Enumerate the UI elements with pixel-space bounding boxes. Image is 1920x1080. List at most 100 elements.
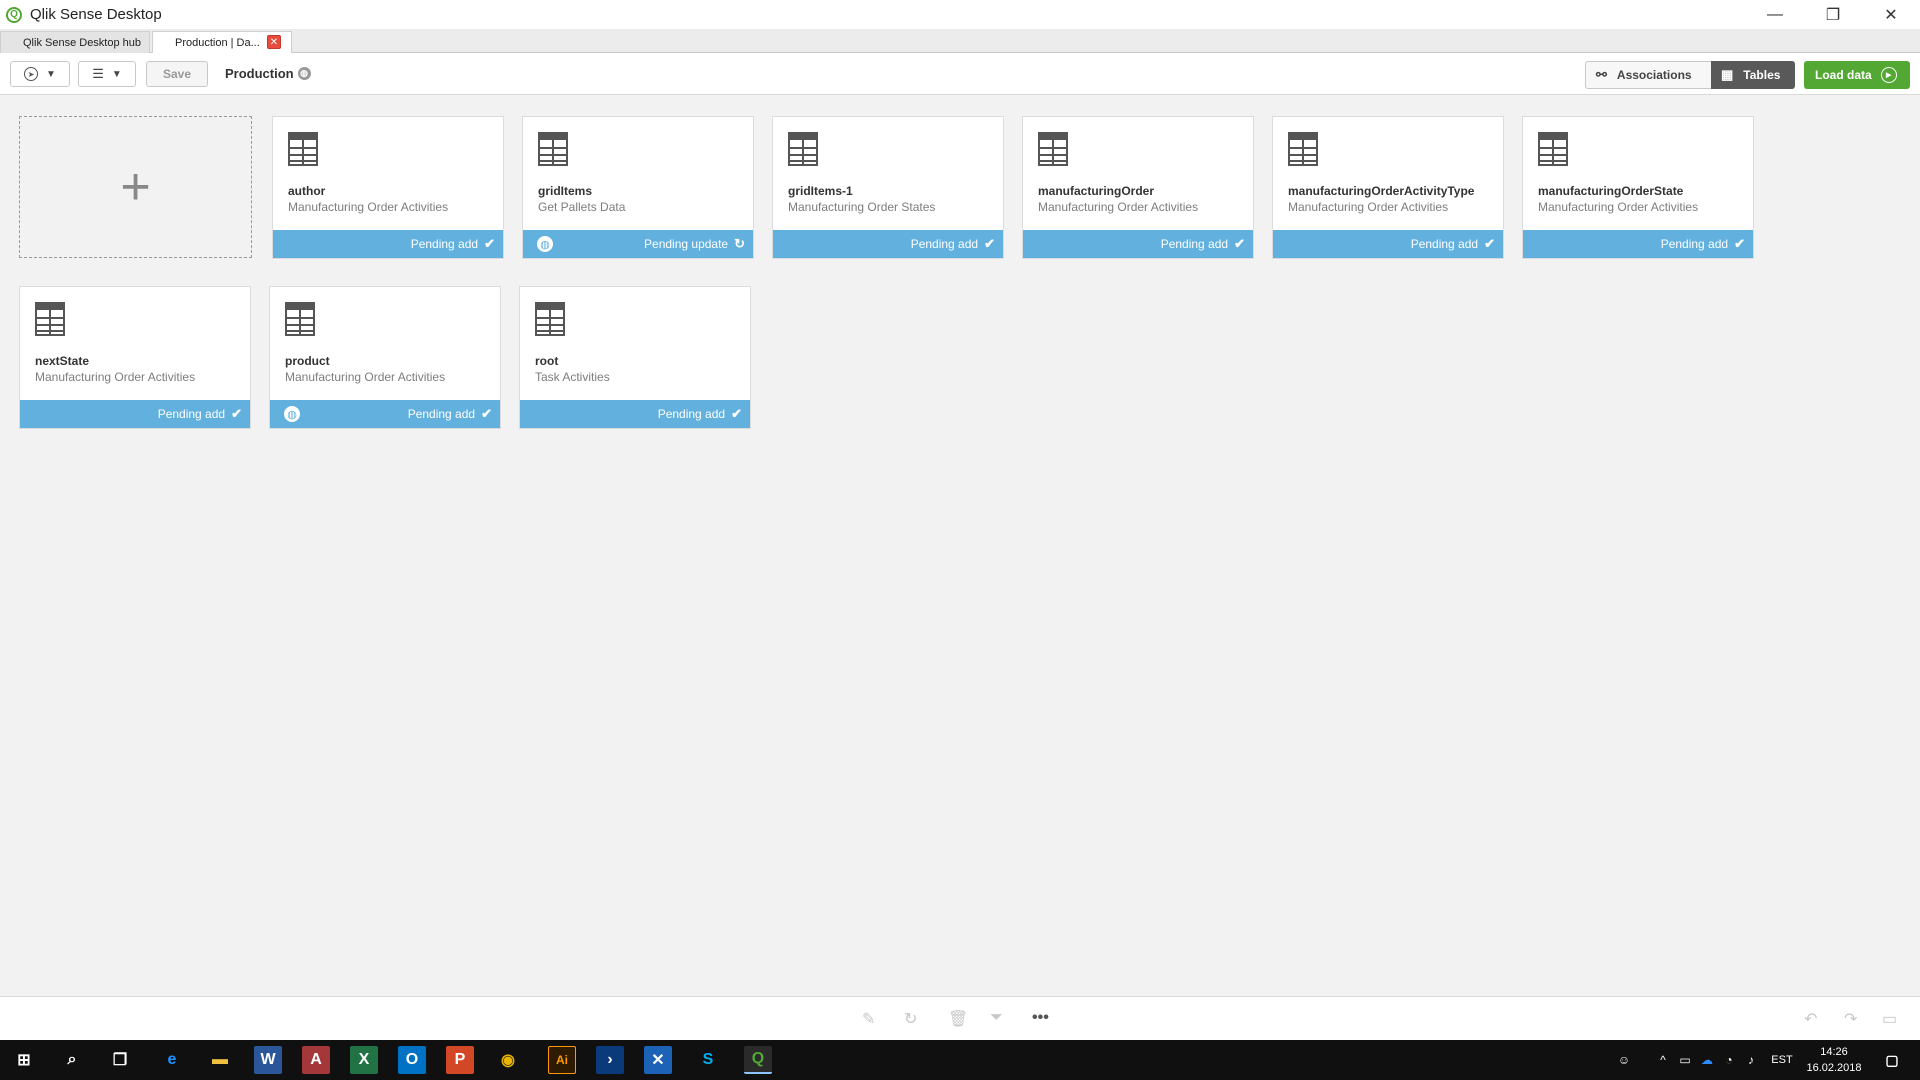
compass-icon: ➤	[24, 67, 39, 81]
table-card[interactable]: author Manufacturing Order Activities Pend…	[272, 116, 504, 259]
check-icon: ✔	[484, 236, 495, 251]
bottom-bar: ✎ ↻ 🗑 ⏷ ••• ↶ ↷ ▭	[0, 996, 1920, 1040]
chevron-up-icon[interactable]: ^	[1652, 1053, 1674, 1067]
table-icon	[788, 132, 818, 166]
status-label: Pending add	[910, 237, 979, 251]
tables-label: Tables	[1743, 68, 1781, 82]
skype-icon[interactable]: S	[694, 1046, 722, 1074]
battery-icon[interactable]: ▭	[1674, 1053, 1696, 1067]
status-bar: ◍ Pending update ↻	[523, 230, 753, 258]
refresh-icon[interactable]: ↻	[904, 1009, 917, 1029]
add-data-tile[interactable]: +	[19, 116, 252, 258]
app-name-label: Production	[225, 66, 294, 81]
windows-start-icon[interactable]: ⊞	[10, 1046, 38, 1074]
table-card[interactable]: gridItems-1 Manufacturing Order States Pen…	[772, 116, 1004, 259]
undo-icon[interactable]: ↶	[1804, 1009, 1817, 1029]
table-icon	[285, 302, 315, 336]
windows-taskbar: ⊞ ⌕ ❐ e ▬ W A X O P ◉ Ai › ✕ S Q ☺ ^ ▭ ☁…	[0, 1040, 1920, 1080]
table-card[interactable]: nextState Manufacturing Order Activities P…	[19, 286, 251, 429]
table-icon	[1038, 132, 1068, 166]
navigation-menu-button[interactable]: ➤ ▼	[10, 61, 70, 87]
word-icon[interactable]: W	[254, 1046, 282, 1074]
status-bar: Pending add ✔	[1273, 230, 1503, 258]
status-label: Pending add	[407, 407, 476, 421]
table-card[interactable]: gridItems Get Pallets Data ◍ Pending update…	[522, 116, 754, 259]
chevron-down-icon: ▼	[111, 68, 122, 80]
task-view-icon[interactable]: ❐	[106, 1046, 134, 1074]
people-icon[interactable]: ☺	[1610, 1053, 1638, 1067]
onedrive-icon[interactable]: ☁	[1696, 1053, 1718, 1067]
refresh-icon: ↻	[734, 236, 745, 251]
qlik-taskbar-icon[interactable]: Q	[744, 1046, 772, 1074]
volume-icon[interactable]: ♪	[1740, 1053, 1762, 1067]
globe-icon: ◍	[297, 67, 311, 80]
save-button[interactable]: Save	[146, 61, 208, 87]
table-source: Task Activities	[535, 370, 610, 384]
table-source: Manufacturing Order Activities	[1538, 200, 1699, 214]
edge-browser-icon[interactable]: e	[158, 1046, 186, 1074]
table-source: Manufacturing Order Activities	[285, 370, 446, 384]
access-icon[interactable]: A	[302, 1046, 330, 1074]
tab-production[interactable]: Production | Da... ✕	[152, 31, 292, 54]
excel-icon[interactable]: X	[350, 1046, 378, 1074]
load-data-button[interactable]: Load data ▶	[1804, 61, 1910, 89]
redo-icon[interactable]: ↷	[1844, 1009, 1857, 1029]
delete-icon[interactable]: 🗑	[948, 1009, 968, 1029]
restore-button[interactable]: ❐	[1804, 0, 1862, 29]
clock[interactable]: 14:26 16.02.2018	[1802, 1044, 1866, 1076]
network-icon[interactable]: ◔	[1718, 1053, 1740, 1067]
edit-icon[interactable]: ✎	[862, 1009, 875, 1029]
file-explorer-icon[interactable]: ▬	[206, 1046, 234, 1074]
system-tray: ☺ ^ ▭ ☁ ◔ ♪ EST	[1610, 1040, 1802, 1080]
tables-view-button[interactable]: ▦ Tables	[1711, 61, 1795, 89]
minimize-button[interactable]: —	[1746, 0, 1804, 29]
status-bar: Pending add ✔	[1023, 230, 1253, 258]
table-card[interactable]: manufacturingOrder Manufacturing Order Ac…	[1022, 116, 1254, 259]
status-bar: Pending add ✔	[520, 400, 750, 428]
table-card[interactable]: manufacturingOrderActivityType Manufactur…	[1272, 116, 1504, 259]
table-icon	[1288, 132, 1318, 166]
table-source: Manufacturing Order Activities	[288, 200, 449, 214]
illustrator-icon[interactable]: Ai	[548, 1046, 576, 1074]
window-controls: — ❐ ✕	[1746, 0, 1920, 29]
notifications-icon[interactable]: ▢	[1878, 1046, 1906, 1074]
global-menu-button[interactable]: ☰ ▼	[78, 61, 136, 87]
table-icon	[538, 132, 568, 166]
status-label: Pending add	[657, 407, 726, 421]
qlik-app-icon: Q	[6, 6, 22, 23]
close-window-button[interactable]: ✕	[1862, 0, 1920, 29]
check-icon: ✔	[1484, 236, 1495, 251]
check-icon: ✔	[984, 236, 995, 251]
status-label: Pending add	[1410, 237, 1479, 251]
search-icon[interactable]: ⌕	[58, 1046, 86, 1074]
status-bar: Pending add ✔	[1523, 230, 1753, 258]
status-bar: ◍ Pending add ✔	[270, 400, 500, 428]
more-options-button[interactable]: •••	[1032, 1009, 1049, 1027]
powerpoint-icon[interactable]: P	[446, 1046, 474, 1074]
close-tab-icon[interactable]: ✕	[267, 35, 281, 49]
panel-toggle-icon[interactable]: ▭	[1882, 1009, 1897, 1029]
tab-hub[interactable]: Qlik Sense Desktop hub	[0, 31, 150, 53]
outlook-icon[interactable]: O	[398, 1046, 426, 1074]
tab-production-label: Production | Da...	[175, 37, 260, 49]
check-icon: ✔	[481, 406, 492, 421]
table-source: Get Pallets Data	[538, 200, 626, 214]
table-card[interactable]: root Task Activities Pending add ✔	[519, 286, 751, 429]
powershell-icon[interactable]: ›	[596, 1046, 624, 1074]
associations-label: Associations	[1616, 68, 1692, 82]
check-icon: ✔	[1234, 236, 1245, 251]
table-card[interactable]: product Manufacturing Order Activities ◍ Pe…	[269, 286, 501, 429]
filter-icon[interactable]: ⏷	[990, 1009, 1003, 1027]
table-icon: ▦	[1721, 67, 1734, 82]
associations-view-button[interactable]: ⚯ Associations	[1585, 61, 1711, 89]
table-name: product	[285, 354, 330, 368]
tab-bar: Qlik Sense Desktop hub Production | Da..…	[0, 29, 1920, 54]
list-icon: ☰	[92, 66, 104, 81]
tools-icon[interactable]: ✕	[644, 1046, 672, 1074]
status-bar: Pending add ✔	[273, 230, 503, 258]
chrome-icon[interactable]: ◉	[494, 1046, 522, 1074]
table-source: Manufacturing Order Activities	[1038, 200, 1199, 214]
table-card[interactable]: manufacturingOrderState Manufacturing Ord…	[1522, 116, 1754, 259]
language-indicator[interactable]: EST	[1762, 1054, 1802, 1066]
status-label: Pending add	[1660, 237, 1729, 251]
